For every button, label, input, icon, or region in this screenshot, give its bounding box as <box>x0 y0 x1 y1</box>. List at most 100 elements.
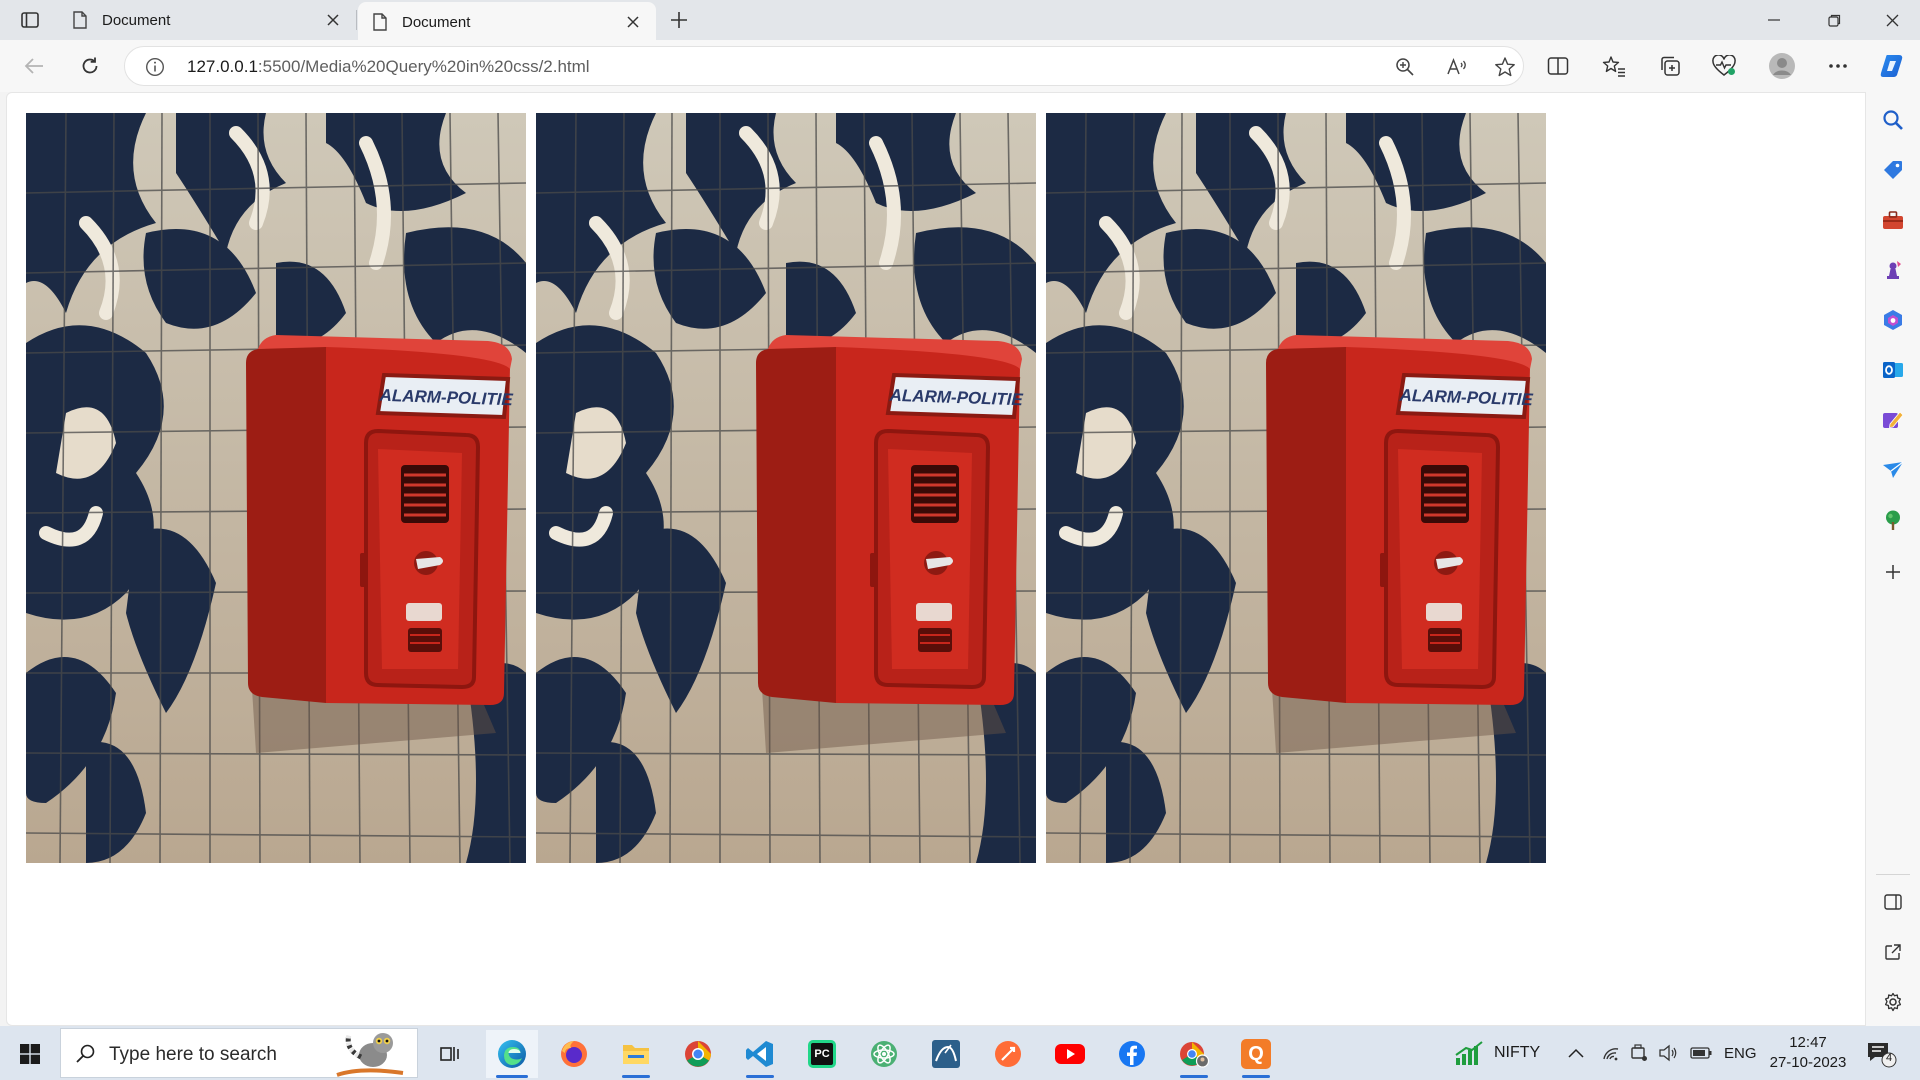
network-status[interactable] <box>1602 1026 1620 1080</box>
site-info-icon[interactable] <box>145 57 165 77</box>
language-indicator[interactable]: ENG <box>1724 1026 1757 1080</box>
sidebar-search-button[interactable] <box>1877 104 1909 136</box>
browser-toolbar: 127.0.0.1:5500/Media%20Query%20in%20css/… <box>0 40 1920 92</box>
sidebar-panel-toggle-button[interactable] <box>1877 886 1909 918</box>
notification-center-button[interactable]: 4 <box>1866 1040 1898 1068</box>
taskbar-edge[interactable] <box>486 1030 538 1078</box>
sidebar-designer-button[interactable] <box>1877 404 1909 436</box>
taskbar-search-box[interactable]: Type here to search <box>60 1028 418 1078</box>
sidebar-settings-button[interactable] <box>1877 986 1909 1018</box>
taskbar-firefox[interactable] <box>548 1030 600 1078</box>
stock-widget[interactable]: NIFTY <box>1454 1026 1540 1080</box>
sidebar-external-link-button[interactable] <box>1877 936 1909 968</box>
taskbar-file-explorer[interactable] <box>610 1030 662 1078</box>
tab-document-2[interactable]: Document <box>358 2 656 42</box>
taskbar-mysql-workbench[interactable] <box>920 1030 972 1078</box>
taskbar-chrome-profile[interactable] <box>1168 1030 1220 1078</box>
lower-slot <box>1426 603 1462 621</box>
taskbar-atom[interactable] <box>858 1030 910 1078</box>
start-button[interactable] <box>10 1036 50 1072</box>
taskbar-youtube[interactable] <box>1044 1030 1096 1078</box>
tab-actions-button[interactable] <box>14 7 46 33</box>
search-icon <box>1883 110 1903 130</box>
sidebar-tree-button[interactable] <box>1877 504 1909 536</box>
favorites-button[interactable] <box>1596 48 1632 84</box>
taskbar-facebook[interactable] <box>1106 1030 1158 1078</box>
zoom-button[interactable] <box>1393 55 1417 79</box>
task-view-button[interactable] <box>424 1030 476 1078</box>
tab-label: Document <box>402 13 471 31</box>
firefox-icon <box>561 1041 587 1067</box>
favorite-button[interactable] <box>1493 55 1517 79</box>
minimize-button[interactable] <box>1746 0 1802 40</box>
copilot-button[interactable] <box>1874 48 1910 84</box>
split-screen-button[interactable] <box>1540 48 1576 84</box>
read-aloud-button[interactable] <box>1445 55 1469 79</box>
tab-actions-icon <box>21 12 39 28</box>
browser-essentials-button[interactable] <box>1706 48 1742 84</box>
refresh-button[interactable] <box>72 48 108 84</box>
lower-slot <box>916 603 952 621</box>
outlook-icon <box>1883 362 1903 378</box>
stock-label: NIFTY <box>1494 1044 1541 1061</box>
postman-icon <box>995 1041 1021 1067</box>
tab-close-button[interactable] <box>322 9 344 31</box>
restore-button[interactable] <box>1806 0 1862 40</box>
chevron-up-icon <box>1568 1048 1584 1058</box>
back-button[interactable] <box>16 48 52 84</box>
minimize-icon <box>1768 19 1780 21</box>
new-tab-button[interactable] <box>664 6 694 34</box>
edge-sidebar <box>1866 92 1920 1026</box>
lower-slot <box>406 603 442 621</box>
sidebar-tools-button[interactable] <box>1877 204 1909 236</box>
close-icon <box>1886 14 1898 26</box>
taskbar-q-app[interactable]: Q <box>1230 1030 1282 1078</box>
windows-logo-icon <box>20 1044 40 1064</box>
show-hidden-icons-button[interactable] <box>1568 1026 1584 1080</box>
toolbox-icon <box>1883 211 1903 229</box>
sidebar-add-button[interactable] <box>1877 556 1909 588</box>
taskbar-postman[interactable] <box>982 1030 1034 1078</box>
sidebar-shopping-button[interactable] <box>1877 154 1909 186</box>
device-icon <box>1631 1044 1647 1061</box>
lower-slot <box>1428 628 1462 652</box>
sidebar-microsoft365-button[interactable] <box>1877 304 1909 336</box>
hinge <box>870 553 876 587</box>
address-bar[interactable]: 127.0.0.1:5500/Media%20Query%20in%20css/… <box>124 46 1524 86</box>
taskbar-pycharm[interactable]: PC <box>796 1030 848 1078</box>
tab-document-1[interactable]: Document <box>58 0 356 40</box>
sidebar-games-button[interactable] <box>1877 254 1909 286</box>
windows-taskbar: Type here to search PC Q NIFTY ENG 12:47… <box>0 1026 1920 1080</box>
hinge <box>360 553 366 587</box>
taskbar-clock[interactable]: 12:47 27-10-2023 <box>1758 1033 1858 1073</box>
notification-count: 4 <box>1885 1052 1893 1064</box>
more-menu-button[interactable] <box>1820 48 1856 84</box>
alarm-box: ALARM-POLITIE <box>246 335 514 705</box>
taskbar-vscode[interactable] <box>734 1030 786 1078</box>
lemur-illustration-icon <box>336 1033 404 1077</box>
plus-icon <box>671 12 687 28</box>
task-view-icon <box>440 1047 459 1061</box>
tab-close-button[interactable] <box>622 11 644 33</box>
volume-control[interactable] <box>1658 1026 1678 1080</box>
sidebar-outlook-button[interactable] <box>1877 354 1909 386</box>
sidebar-panel-icon <box>1884 894 1902 910</box>
mysql-workbench-icon <box>932 1040 960 1068</box>
speaker-icon <box>1659 1044 1677 1062</box>
pycharm-icon: PC <box>808 1040 836 1068</box>
taskbar-chrome[interactable] <box>672 1030 724 1078</box>
wifi-icon <box>1603 1048 1619 1061</box>
close-window-button[interactable] <box>1864 0 1920 40</box>
collections-button[interactable] <box>1652 48 1688 84</box>
device-status[interactable] <box>1630 1026 1648 1080</box>
profile-button[interactable] <box>1764 48 1800 84</box>
more-dots-icon <box>1829 64 1847 68</box>
battery-status[interactable] <box>1690 1026 1712 1080</box>
box-side <box>1266 345 1346 703</box>
url-host: 127.0.0.1 <box>187 57 258 76</box>
sidebar-send-button[interactable] <box>1877 454 1909 486</box>
tab-strip: Document Document <box>0 0 1920 42</box>
search-icon <box>76 1044 95 1063</box>
collections-icon <box>1661 56 1680 76</box>
address-url[interactable]: 127.0.0.1:5500/Media%20Query%20in%20css/… <box>187 57 590 77</box>
